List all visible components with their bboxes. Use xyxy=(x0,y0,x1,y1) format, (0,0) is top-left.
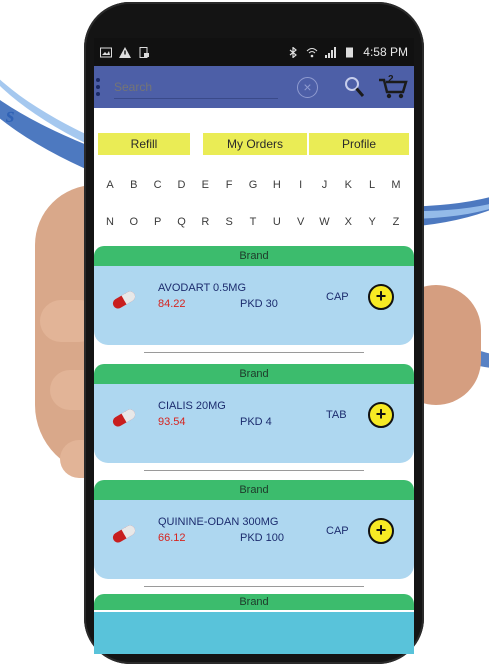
alphabet-letter-w[interactable]: W xyxy=(316,216,332,228)
alphabet-letter-n[interactable]: N xyxy=(102,216,118,228)
warning-icon xyxy=(119,46,131,58)
section-header: Brand xyxy=(94,364,414,384)
alphabet-letter-m[interactable]: M xyxy=(388,179,404,191)
alphabet-letter-u[interactable]: U xyxy=(269,216,285,228)
battery-icon xyxy=(346,47,354,57)
phone-screen: 4:58 PM × 2 Refill My Orders Profile A B xyxy=(94,38,414,654)
product-card-body: AVODART 0.5MG 84.22 PKD 30 CAP + xyxy=(94,266,414,345)
overflow-menu-icon[interactable] xyxy=(96,78,100,96)
alphabet-letter-t[interactable]: T xyxy=(245,216,261,228)
alphabet-row-1: A B C D E F G H I J K L M xyxy=(102,179,404,191)
pill-capsule-icon xyxy=(112,291,136,309)
alphabet-letter-i[interactable]: I xyxy=(293,179,309,191)
wifi-icon xyxy=(306,47,318,57)
alphabet-letter-o[interactable]: O xyxy=(126,216,142,228)
profile-button[interactable]: Profile xyxy=(309,133,409,155)
product-price: 66.12 xyxy=(158,532,186,544)
product-form: CAP xyxy=(326,291,349,303)
alphabet-letter-p[interactable]: P xyxy=(150,216,166,228)
cart-count-badge: 2 xyxy=(388,74,394,85)
section-header: Brand xyxy=(94,246,414,266)
app-toolbar: × 2 xyxy=(94,66,414,108)
pill-capsule-icon xyxy=(112,409,136,427)
section-header: Brand xyxy=(94,480,414,500)
main-content: Refill My Orders Profile A B C D E F G H… xyxy=(94,108,414,654)
product-pack-size: PKD 100 xyxy=(240,532,285,544)
my-orders-button[interactable]: My Orders xyxy=(203,133,307,155)
alphabet-row-2: N O P Q R S T U V W X Y Z xyxy=(102,216,404,228)
product-price: 84.22 xyxy=(158,298,186,310)
product-name: AVODART 0.5MG xyxy=(158,282,247,294)
alphabet-letter-f[interactable]: F xyxy=(221,179,237,191)
alphabet-letter-x[interactable]: X xyxy=(340,216,356,228)
section-header: Brand xyxy=(94,594,414,610)
product-pack-size: PKD 30 xyxy=(240,298,278,310)
product-card-body: QUININE-ODAN 300MG 66.12 PKD 100 CAP + xyxy=(94,500,414,579)
product-form: TAB xyxy=(326,409,347,421)
divider xyxy=(144,586,364,587)
alphabet-letter-g[interactable]: G xyxy=(245,179,261,191)
pill-capsule-icon xyxy=(112,525,136,543)
cart-button[interactable]: 2 xyxy=(378,74,408,100)
alphabet-letter-y[interactable]: Y xyxy=(364,216,380,228)
alphabet-letter-a[interactable]: A xyxy=(102,179,118,191)
bluetooth-icon xyxy=(289,46,298,58)
alphabet-letter-q[interactable]: Q xyxy=(173,216,189,228)
background-letter: s xyxy=(6,102,15,127)
clear-circle-icon[interactable]: × xyxy=(297,77,318,98)
alphabet-letter-b[interactable]: B xyxy=(126,179,142,191)
add-circle-icon[interactable]: + xyxy=(368,518,394,544)
alphabet-letter-d[interactable]: D xyxy=(173,179,189,191)
add-circle-icon[interactable]: + xyxy=(368,284,394,310)
product-name: QUININE-ODAN 300MG xyxy=(158,516,279,528)
image-notification-icon xyxy=(100,47,112,57)
add-circle-icon[interactable]: + xyxy=(368,402,394,428)
divider xyxy=(144,352,364,353)
search-input[interactable] xyxy=(114,76,278,99)
signal-icon xyxy=(325,46,337,58)
alphabet-letter-h[interactable]: H xyxy=(269,179,285,191)
status-bar: 4:58 PM xyxy=(94,38,414,66)
product-pack-size: PKD 4 xyxy=(240,416,272,428)
alphabet-letter-r[interactable]: R xyxy=(197,216,213,228)
alphabet-letter-s[interactable]: S xyxy=(221,216,237,228)
alphabet-letter-j[interactable]: J xyxy=(316,179,332,191)
product-price: 93.54 xyxy=(158,416,186,428)
refill-button[interactable]: Refill xyxy=(98,133,190,155)
product-form: CAP xyxy=(326,525,349,537)
alphabet-letter-v[interactable]: V xyxy=(293,216,309,228)
alphabet-letter-e[interactable]: E xyxy=(197,179,213,191)
alphabet-letter-c[interactable]: C xyxy=(150,179,166,191)
divider xyxy=(144,470,364,471)
product-name: CIALIS 20MG xyxy=(158,400,226,412)
search-icon[interactable] xyxy=(344,76,364,98)
alphabet-letter-k[interactable]: K xyxy=(340,179,356,191)
bottom-panel xyxy=(94,612,414,654)
product-card-body: CIALIS 20MG 93.54 PKD 4 TAB + xyxy=(94,384,414,463)
alphabet-letter-z[interactable]: Z xyxy=(388,216,404,228)
alphabet-letter-l[interactable]: L xyxy=(364,179,380,191)
document-notification-icon xyxy=(139,46,149,58)
status-time: 4:58 PM xyxy=(363,45,408,59)
